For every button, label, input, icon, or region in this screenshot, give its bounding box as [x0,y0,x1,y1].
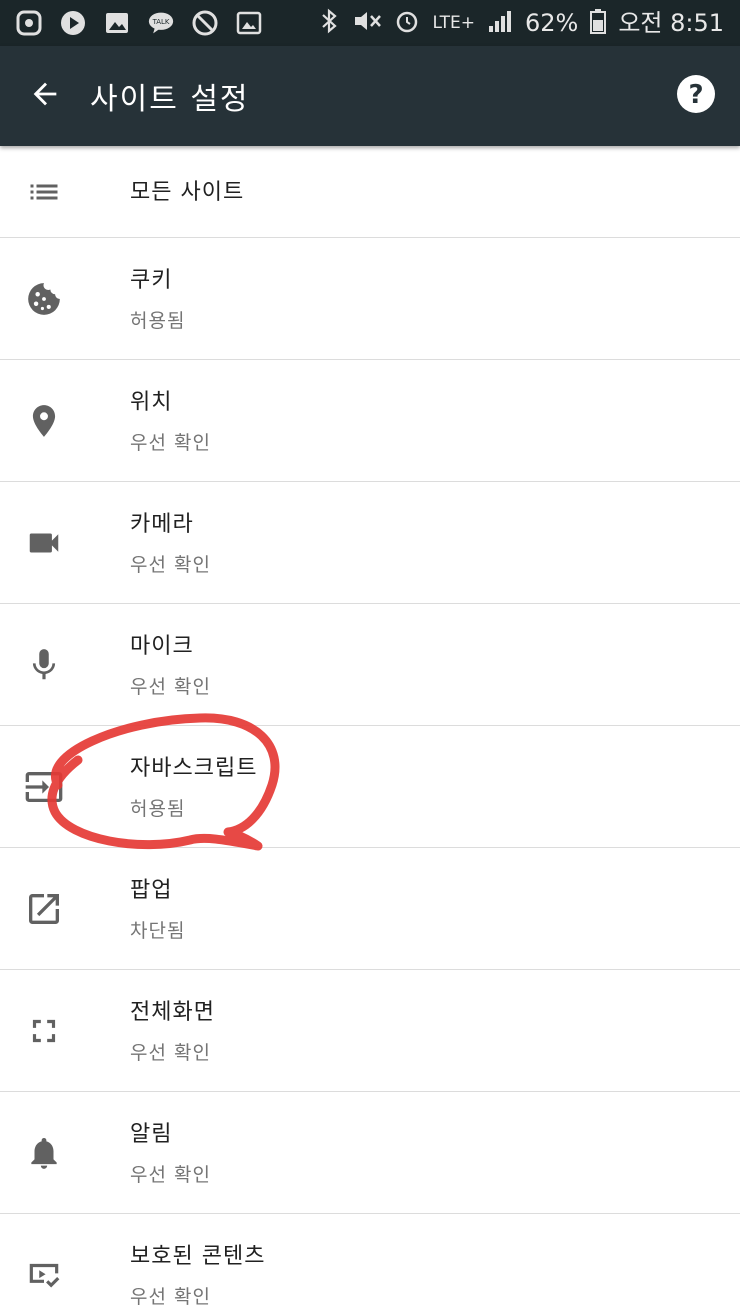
svg-text:TALK: TALK [152,18,170,26]
bluetooth-icon [318,8,340,38]
list-item-title: 쿠키 [130,268,173,293]
list-item-popups[interactable]: 팝업 차단됨 [0,848,740,970]
notification-icons: TALK [16,10,262,36]
system-status: LTE+ 62% 오전 8:51 [318,8,724,38]
list-item-location[interactable]: 위치 우선 확인 [0,360,740,482]
list-item-status: 우선 확인 [130,1164,211,1186]
list-item-text: 쿠키 허용됨 [130,262,185,333]
list-item-title: 전체화면 [130,1000,215,1025]
list-item-all-sites[interactable]: 모든 사이트 [0,146,740,238]
list-item-camera[interactable]: 카메라 우선 확인 [0,482,740,604]
list-item-microphone[interactable]: 마이크 우선 확인 [0,604,740,726]
open-in-new-icon [22,887,66,931]
videocam-icon [22,521,66,565]
input-icon [22,765,66,809]
list-item-status: 허용됨 [130,798,186,820]
help-circle-icon: ? [676,74,716,118]
list-item-status: 차단됨 [130,920,186,942]
mute-icon [352,8,382,38]
list-item-status: 우선 확인 [130,676,211,698]
protected-content-icon [22,1253,66,1297]
list-item-text: 모든 사이트 [130,174,244,206]
list-item-text: 위치 우선 확인 [130,384,211,455]
help-button[interactable]: ? [674,74,718,118]
list-item-text: 카메라 우선 확인 [130,506,211,577]
network-type: LTE+ [432,12,475,33]
fullscreen-icon [22,1009,66,1053]
list-item-title: 카메라 [130,512,194,537]
battery-level: 62% [524,9,579,37]
list-item-fullscreen[interactable]: 전체화면 우선 확인 [0,970,740,1092]
list-item-status: 우선 확인 [130,554,211,576]
list-item-text: 마이크 우선 확인 [130,628,211,699]
list-item-protected-content[interactable]: 보호된 콘텐츠 우선 확인 [0,1214,740,1315]
arrow-left-icon [28,77,62,115]
list-item-javascript[interactable]: 자바스크립트 허용됨 [0,726,740,848]
list-item-title: 모든 사이트 [130,180,245,205]
no-sync-icon [192,10,218,36]
list-item-status: 우선 확인 [130,1286,211,1308]
list-item-title: 자바스크립트 [130,756,258,781]
list-item-status: 우선 확인 [130,432,211,454]
list-icon [22,170,66,214]
list-item-status: 우선 확인 [130,1042,211,1064]
clock: 오전 8:51 [618,9,724,37]
list-item-text: 알림 우선 확인 [130,1116,211,1187]
svg-text:?: ? [688,80,703,110]
list-item-text: 팝업 차단됨 [130,872,185,943]
list-item-text: 자바스크립트 허용됨 [130,750,257,821]
list-item-title: 위치 [130,390,173,415]
signal-icon [487,8,513,38]
app-bar: 사이트 설정 ? [0,46,740,146]
gallery-icon [236,10,262,36]
cookie-icon [22,277,66,321]
app-notification-icon [16,10,42,36]
page-title: 사이트 설정 [90,82,250,117]
talk-icon: TALK [148,10,174,36]
location-pin-icon [22,399,66,443]
list-item-title: 알림 [130,1122,173,1147]
list-item-title: 팝업 [130,878,173,903]
mic-icon [22,643,66,687]
list-item-title: 보호된 콘텐츠 [130,1244,266,1269]
site-settings-list: 모든 사이트 쿠키 허용됨 위치 우선 확인 카메라 우선 확인 마이크 우선 … [0,146,740,1315]
battery-icon [590,8,607,38]
list-item-text: 전체화면 우선 확인 [130,994,215,1065]
list-item-notifications[interactable]: 알림 우선 확인 [0,1092,740,1214]
image-icon [104,10,130,36]
list-item-text: 보호된 콘텐츠 우선 확인 [130,1238,265,1309]
list-item-status: 허용됨 [130,310,186,332]
alarm-icon [394,8,420,38]
list-item-title: 마이크 [130,634,194,659]
play-icon [60,10,86,36]
bell-icon [22,1131,66,1175]
status-bar: TALK LTE+ 62% 오전 8:51 [0,0,740,46]
back-button[interactable] [0,46,90,146]
list-item-cookies[interactable]: 쿠키 허용됨 [0,238,740,360]
